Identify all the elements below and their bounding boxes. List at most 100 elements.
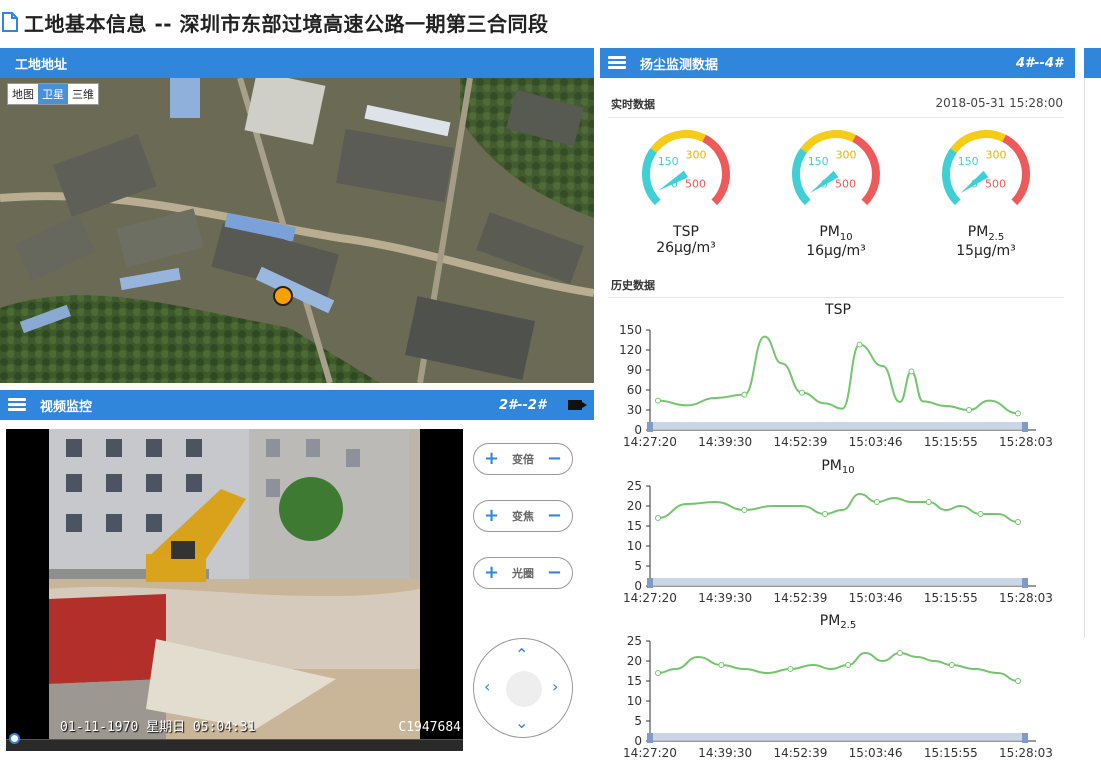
map-type-map[interactable]: 地图	[8, 84, 38, 104]
realtime-timestamp: 2018-05-31 15:28:00	[935, 96, 1063, 110]
gauge-band	[702, 134, 730, 206]
y-tick-label: 25	[627, 634, 642, 648]
chart-title: TSP	[824, 302, 851, 318]
video-player[interactable]: 01-11-1970 星期日 05:04:31 C1947684	[6, 429, 463, 751]
y-tick-label: 20	[627, 654, 642, 668]
video-osd-id: C1947684	[398, 720, 461, 735]
gauge-dial: 0150300500	[942, 130, 1030, 206]
series-point	[966, 407, 973, 413]
x-tick-label: 15:03:46	[849, 591, 903, 605]
map-panel-header: 工地地址	[0, 48, 594, 78]
gauge-tick-label: 300	[985, 148, 1006, 161]
divider	[608, 297, 1064, 298]
zoom-out-button[interactable]: −	[547, 450, 562, 468]
series-point	[799, 389, 805, 396]
camera-icon[interactable]	[568, 400, 587, 410]
dust-panel-title: 扬尘监测数据	[640, 57, 719, 73]
gauge-tick-label: 300	[685, 148, 706, 161]
satellite-map[interactable]: 地图 卫星 三维	[0, 78, 594, 383]
map-panel-title: 工地地址	[15, 57, 68, 73]
side-panel-header-stub	[1084, 48, 1101, 78]
zoom-in-button[interactable]: +	[484, 450, 499, 468]
gauge-tick-label: 300	[835, 148, 856, 161]
data-zoom-slider	[650, 733, 1026, 741]
series-point	[741, 507, 748, 513]
ptz-left-icon[interactable]: ‹	[484, 677, 490, 696]
series-point	[655, 670, 661, 676]
data-zoom-handle	[647, 733, 653, 743]
page-title: 工地基本信息 -- 深圳市东部过境高速公路一期第三合同段	[24, 11, 549, 36]
document-icon	[2, 12, 18, 32]
x-tick-label: 15:28:03	[999, 435, 1053, 449]
map-type-satellite[interactable]: 卫星	[38, 84, 68, 104]
series-point	[718, 662, 725, 668]
series-point	[655, 515, 661, 521]
ptz-up-icon[interactable]: ⌃	[515, 645, 528, 664]
gauge-tsp: 0 150 300 500 TSP 26μg/m³	[636, 126, 736, 256]
data-zoom-slider	[650, 578, 1026, 586]
gauge-tick-label: 500	[835, 178, 856, 191]
ptz-center[interactable]	[506, 671, 542, 707]
gauge-tick-label: 150	[958, 155, 979, 168]
data-zoom-slider	[650, 422, 1026, 430]
y-tick-label: 120	[619, 343, 642, 357]
video-panel-header: 视频监控 2#--2#	[0, 390, 594, 420]
map-type-3d[interactable]: 三维	[68, 84, 98, 104]
construction-site-marker-icon[interactable]	[273, 286, 293, 306]
history-chart: TSP030609012015014:27:20 14:39:30 14:52:39…	[619, 302, 1053, 449]
focus-out-button[interactable]: −	[547, 507, 562, 525]
menu-icon[interactable]	[8, 398, 26, 412]
series-point	[1015, 410, 1021, 417]
y-tick-label: 20	[627, 499, 642, 513]
gauge-pm10: 0150300500 PM10 16μg/m³	[786, 126, 886, 259]
iris-label: 光圈	[512, 567, 534, 580]
series-point	[856, 341, 863, 348]
gauge-pm25: 0150300500 PM2.5 15μg/m³	[936, 126, 1036, 259]
history-label: 历史数据	[611, 279, 655, 292]
video-progress-handle[interactable]	[9, 733, 20, 744]
data-zoom-handle	[1022, 422, 1028, 432]
focus-in-button[interactable]: +	[484, 507, 499, 525]
x-tick-label: 14:39:30	[698, 591, 752, 605]
y-tick-label: 10	[627, 539, 642, 553]
y-tick-label: 150	[619, 323, 642, 337]
series-line	[657, 492, 1019, 523]
dust-channel-label[interactable]: 4#--4#	[1016, 56, 1063, 71]
ptz-right-icon[interactable]: ›	[552, 677, 558, 696]
x-tick-label: 15:03:46	[849, 435, 903, 449]
focus-label: 变焦	[512, 510, 534, 523]
gauge-band	[852, 134, 880, 206]
x-tick-label: 15:15:55	[924, 591, 978, 605]
series-point	[896, 650, 903, 656]
iris-open-button[interactable]: +	[484, 564, 499, 582]
gauge-name: PM10	[819, 224, 853, 243]
video-channel-label[interactable]: 2#--2#	[499, 398, 546, 413]
video-frame	[6, 429, 463, 751]
x-tick-label: 14:52:39	[773, 435, 827, 449]
gauge-band	[792, 148, 811, 206]
menu-icon[interactable]	[608, 56, 626, 70]
x-tick-label: 15:03:46	[849, 746, 903, 760]
ptz-down-icon[interactable]: ⌄	[515, 713, 528, 732]
x-tick-label: 14:27:20	[623, 746, 677, 760]
x-tick-label: 14:39:30	[698, 746, 752, 760]
x-tick-label: 15:28:03	[999, 746, 1053, 760]
gauge-tick-label: 500	[685, 178, 706, 191]
video-progress-bar[interactable]	[6, 739, 463, 751]
data-zoom-handle	[647, 578, 653, 588]
iris-control: + 光圈 −	[473, 557, 573, 589]
video-osd-timestamp: 01-11-1970 星期日 05:04:31	[60, 720, 256, 735]
chart-title: PM10	[821, 458, 854, 476]
x-tick-label: 14:52:39	[773, 591, 827, 605]
chart-title: PM2.5	[820, 613, 856, 631]
series-point	[845, 662, 852, 668]
x-tick-label: 14:52:39	[773, 746, 827, 760]
series-point	[1015, 519, 1021, 525]
x-tick-label: 14:27:20	[623, 435, 677, 449]
iris-close-button[interactable]: −	[547, 564, 562, 582]
series-point	[873, 499, 880, 505]
gauge-band	[642, 148, 661, 206]
y-tick-label: 25	[627, 479, 642, 493]
gauge-tick-label: 150	[808, 155, 829, 168]
data-zoom-handle	[1022, 733, 1028, 743]
